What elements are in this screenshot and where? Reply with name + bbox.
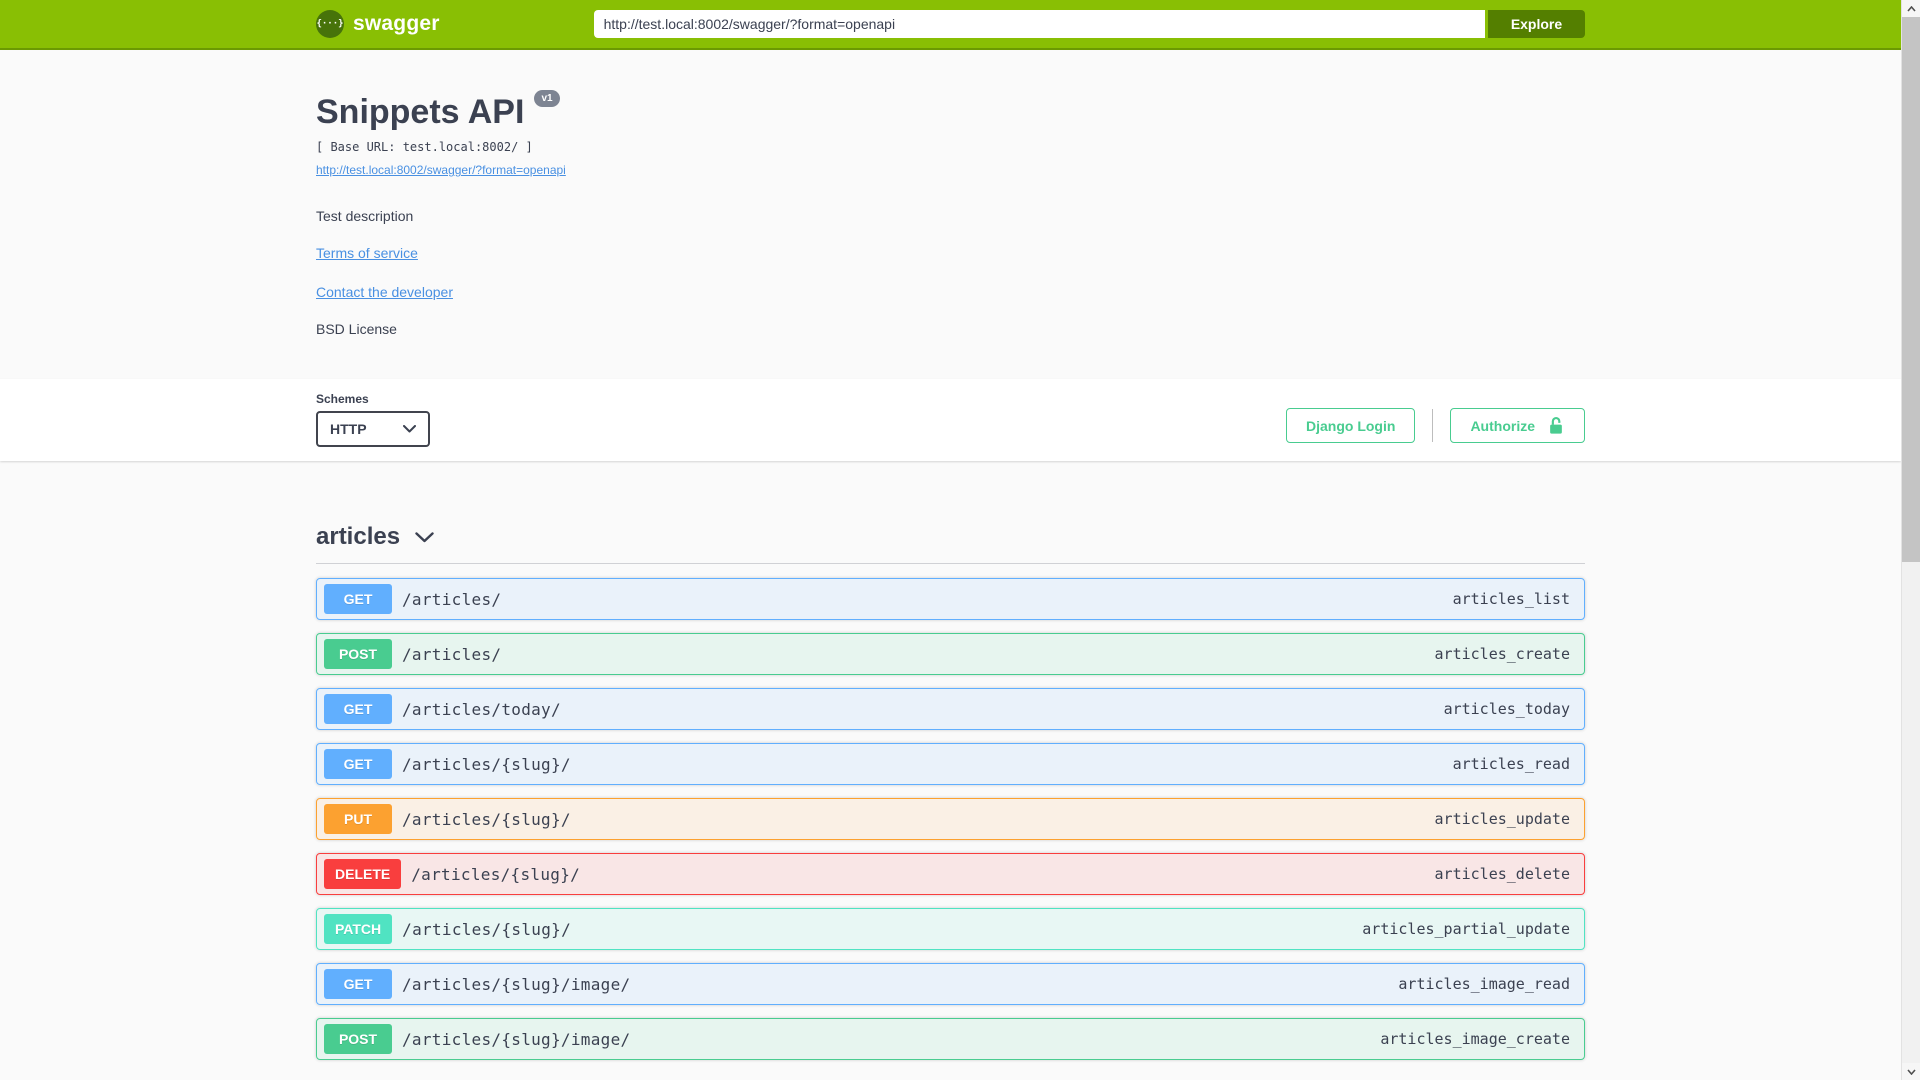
unlocked-padlock-icon: [1550, 417, 1562, 434]
endpoint-row[interactable]: GET /articles/ articles_list: [316, 578, 1585, 621]
django-login-button[interactable]: Django Login: [1286, 408, 1416, 444]
method-badge: GET: [324, 694, 392, 725]
op-id: articles_delete: [1434, 865, 1570, 884]
method-badge: POST: [324, 639, 392, 670]
license-text: BSD License: [316, 321, 397, 338]
method-badge: GET: [324, 584, 392, 615]
op-id: articles_image_read: [1398, 975, 1570, 994]
explore-button[interactable]: Explore: [1488, 10, 1585, 38]
op-path: /articles/today/: [402, 699, 561, 719]
op-path: /articles/{slug}/image/: [402, 1029, 631, 1049]
scrollbar-down-arrow[interactable]: [1902, 1063, 1920, 1080]
tag-label: articles: [316, 523, 401, 551]
endpoint-row[interactable]: GET /articles/{slug}/ articles_read: [316, 743, 1585, 786]
endpoint-row[interactable]: PUT /articles/{slug}/ articles_update: [316, 798, 1585, 841]
contact-developer-link[interactable]: Contact the developer: [316, 284, 453, 300]
method-badge: DELETE: [324, 859, 402, 890]
endpoint-row[interactable]: DELETE /articles/{slug}/ articles_delete: [316, 853, 1585, 896]
method-badge: GET: [324, 749, 392, 780]
swagger-logo-icon: {···}: [316, 10, 344, 38]
endpoint-row[interactable]: GET /articles/{slug}/image/ articles_ima…: [316, 963, 1585, 1006]
operations: articles GET /articles/ articles_list PO…: [316, 461, 1585, 1080]
op-path: /articles/{slug}/: [411, 864, 581, 884]
scrollbar-thumb[interactable]: [1902, 17, 1920, 562]
api-section: articles GET /articles/ articles_list PO…: [316, 523, 1585, 1061]
chevron-down-icon: [415, 532, 434, 542]
op-id: articles_list: [1452, 590, 1570, 609]
brand-title: swagger: [353, 12, 440, 35]
scheme-select[interactable]: HTTP: [316, 411, 430, 448]
info-section: Snippets API v1 [ Base URL: test.local:8…: [316, 50, 1585, 379]
op-id: articles_today: [1443, 700, 1570, 719]
scheme-container: Schemes HTTP Django Login Authorize: [0, 379, 1901, 462]
endpoint-row[interactable]: GET /articles/today/ articles_today: [316, 688, 1585, 731]
method-badge: PUT: [324, 804, 392, 835]
endpoint-row[interactable]: POST /articles/{slug}/image/ articles_im…: [316, 1018, 1585, 1061]
version-badge: v1: [534, 90, 560, 107]
op-path: /articles/: [402, 644, 502, 664]
op-id: articles_update: [1434, 810, 1570, 829]
scheme-selected-value: HTTP: [330, 421, 367, 438]
op-id: articles_read: [1452, 755, 1570, 774]
api-title-text: Snippets API: [316, 93, 525, 131]
op-path: /articles/: [402, 589, 502, 609]
op-path: /articles/{slug}/: [402, 809, 571, 829]
topbar: {···} swagger Explore: [0, 0, 1901, 50]
op-id: articles_create: [1434, 645, 1570, 664]
authorize-button[interactable]: Authorize: [1450, 408, 1585, 444]
scrollbar-up-arrow[interactable]: [1902, 0, 1920, 17]
page-title: Snippets API v1: [316, 90, 1585, 131]
base-url: [ Base URL: test.local:8002/ ]: [316, 140, 533, 155]
endpoint-row[interactable]: POST /articles/ articles_create: [316, 633, 1585, 676]
section-tag-header[interactable]: articles: [316, 523, 1585, 565]
op-path: /articles/{slug}/: [402, 919, 572, 939]
chevron-up-icon: [1906, 5, 1916, 12]
op-path: /articles/{slug}/image/: [402, 974, 631, 994]
endpoint-row[interactable]: PATCH /articles/{slug}/ articles_partial…: [316, 908, 1585, 951]
op-path: /articles/{slug}/: [402, 754, 571, 774]
schemes-label: Schemes: [316, 392, 369, 407]
swagger-logo: {···} swagger: [316, 10, 440, 38]
op-id: articles_image_create: [1380, 1030, 1570, 1049]
schemes-block: Schemes HTTP: [316, 392, 430, 448]
method-badge: GET: [324, 969, 392, 1000]
spec-link[interactable]: http://test.local:8002/swagger/?format=o…: [316, 163, 566, 177]
op-id: articles_partial_update: [1362, 920, 1570, 939]
auth-wrapper: Django Login Authorize: [1286, 408, 1585, 444]
spec-url-input[interactable]: [593, 10, 1485, 38]
chevron-down-icon: [1906, 1068, 1916, 1075]
method-badge: POST: [324, 1024, 392, 1055]
page-viewport: {···} swagger Explore Snippets API v1 [ …: [0, 0, 1901, 1080]
terms-of-service-link[interactable]: Terms of service: [316, 245, 418, 261]
api-description: Test description: [316, 208, 414, 225]
django-login-label: Django Login: [1306, 417, 1396, 434]
chevron-down-icon: [403, 425, 416, 433]
download-url-wrapper: Explore: [593, 10, 1585, 38]
auth-divider: [1432, 409, 1434, 443]
op-list: GET /articles/ articles_list POST /artic…: [316, 578, 1585, 1061]
authorize-label: Authorize: [1470, 417, 1535, 434]
vertical-scrollbar[interactable]: [1901, 0, 1920, 1080]
method-badge: PATCH: [324, 914, 393, 945]
